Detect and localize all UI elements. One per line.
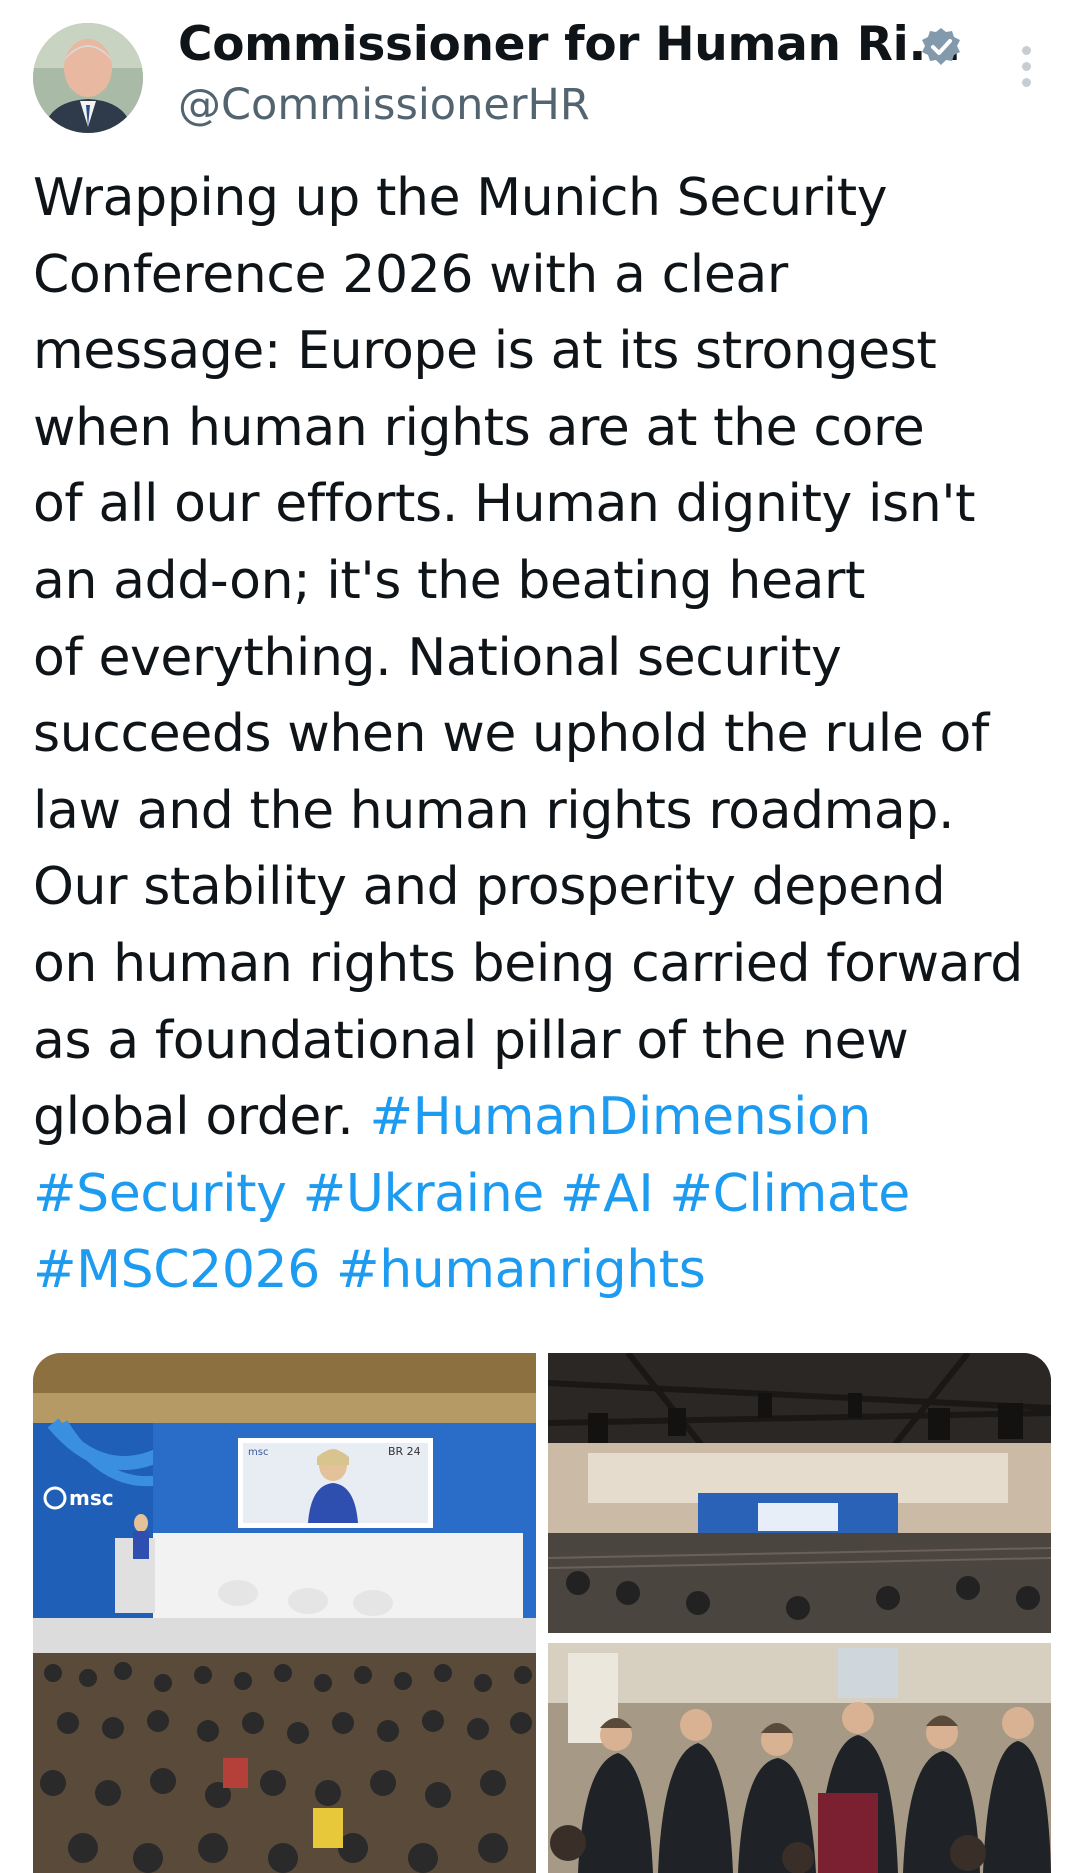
hashtag-climate[interactable]: #Climate — [669, 1164, 910, 1224]
photo-conference-stage[interactable]: msc BR 24 msc — [33, 1353, 536, 1873]
stage-logo: msc — [69, 1486, 114, 1510]
verified-badge-icon — [921, 27, 961, 67]
tweet-line: as a foundational pillar of the new — [33, 1010, 909, 1071]
media-grid: msc BR 24 msc — [33, 1353, 1051, 1873]
tweet-line: an add-on; it's the beating heart — [33, 550, 865, 611]
hashtag-humandimension[interactable]: #HumanDimension — [369, 1087, 871, 1147]
hashtag-msc2026[interactable]: #MSC2026 — [33, 1240, 320, 1300]
tweet-line: when human rights are at the core — [33, 397, 925, 458]
tweet-line: Wrapping up the Munich Security — [33, 168, 888, 228]
hashtag-security[interactable]: #Security — [33, 1164, 287, 1224]
tweet-line: law and the human rights roadmap. — [33, 780, 955, 841]
channel-tag: BR 24 — [388, 1445, 421, 1458]
tweet-line: on human rights being carried forward — [33, 933, 1023, 994]
tweet-line: #Security #Ukraine #AI #Climate — [33, 1156, 1073, 1233]
tweet-line: Our stability and prosperity depend — [33, 857, 946, 918]
photo-conference-hall[interactable] — [548, 1353, 1051, 1633]
hashtag-ai[interactable]: #AI — [560, 1164, 654, 1224]
hashtag-ukraine[interactable]: #Ukraine — [303, 1164, 545, 1224]
more-options-icon[interactable] — [1020, 46, 1032, 90]
screen-logo: msc — [248, 1447, 268, 1458]
tweet-line: global order. #HumanDimension — [33, 1079, 1073, 1156]
photo-crowd[interactable] — [548, 1643, 1051, 1873]
account-handle[interactable]: @CommissionerHR — [178, 80, 590, 130]
avatar[interactable] — [33, 23, 143, 133]
tweet-line: of everything. National security — [33, 627, 842, 688]
tweet-line: Conference 2026 with a clear — [33, 244, 788, 305]
display-name[interactable]: Commissioner for Human Ri... — [178, 17, 961, 72]
tweet-line: #MSC2026 #humanrights — [33, 1232, 1073, 1309]
tweet-line: message: Europe is at its strongest — [33, 321, 937, 382]
tweet-line: of all our efforts. Human dignity isn't — [33, 474, 976, 535]
tweet-line: succeeds when we uphold the rule of — [33, 704, 989, 765]
tweet-text: Wrapping up the Munich Security Conferen… — [33, 160, 1073, 1309]
hashtag-humanrights[interactable]: #humanrights — [336, 1240, 706, 1300]
tweet-line-text: global order. — [33, 1087, 370, 1148]
